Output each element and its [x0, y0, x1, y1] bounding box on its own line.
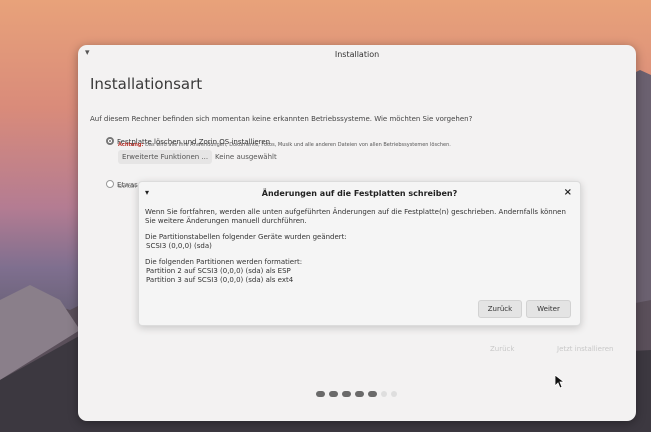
- radio-selected-icon[interactable]: [106, 137, 114, 145]
- progress-dot: [355, 391, 364, 397]
- mouse-cursor-icon: [555, 375, 565, 389]
- close-icon[interactable]: ×: [564, 187, 572, 198]
- option-other-description: Sie kön: [118, 184, 137, 190]
- progress-dot: [391, 391, 397, 397]
- erase-warning: Achtung: Das wird alle Ihre Anwendungen,…: [118, 142, 451, 148]
- dialog-back-button[interactable]: Zurück: [478, 300, 522, 318]
- device-item: SCSI3 (0,0,0) (sda): [146, 242, 212, 250]
- install-now-button[interactable]: Jetzt installieren: [557, 345, 613, 353]
- radio-unselected-icon[interactable]: [106, 180, 114, 188]
- confirm-write-dialog: ▾ Änderungen auf die Festplatten schreib…: [138, 181, 581, 326]
- progress-dot: [316, 391, 325, 397]
- dialog-menu-icon[interactable]: ▾: [145, 188, 149, 197]
- page-title: Installationsart: [90, 75, 203, 93]
- dialog-intro: Wenn Sie fortfahren, werden alle unten a…: [145, 208, 566, 225]
- progress-dot: [329, 391, 338, 397]
- dialog-titlebar: ▾ Änderungen auf die Festplatten schreib…: [139, 182, 580, 204]
- warning-text: Das wird alle Ihre Anwendungen, Dokument…: [143, 142, 451, 148]
- advanced-features-button[interactable]: Erweiterte Funktionen ...: [118, 150, 213, 164]
- format-heading: Die folgenden Partitionen werden formati…: [145, 258, 303, 266]
- window-title: Installation: [334, 49, 380, 59]
- progress-dot: [381, 391, 387, 397]
- window-menu-icon[interactable]: ▾: [85, 48, 90, 58]
- dialog-continue-button[interactable]: Weiter: [526, 300, 571, 318]
- partition-item: Partition 2 auf SCSI3 (0,0,0) (sda) als …: [146, 267, 291, 275]
- progress-dots: [316, 391, 397, 397]
- warning-label: Achtung:: [118, 142, 144, 148]
- progress-dot: [342, 391, 351, 397]
- partition-item: Partition 3 auf SCSI3 (0,0,0) (sda) als …: [146, 276, 294, 284]
- dialog-body: Wenn Sie fortfahren, werden alle unten a…: [145, 208, 575, 285]
- dialog-title: Änderungen auf die Festplatten schreiben…: [261, 188, 458, 198]
- tables-heading: Die Partitionstabellen folgender Geräte …: [145, 233, 347, 241]
- back-button[interactable]: Zurück: [490, 345, 514, 353]
- advanced-status: Keine ausgewählt: [215, 153, 277, 161]
- progress-dot: [368, 391, 377, 397]
- question-text: Auf diesem Rechner befinden sich momenta…: [90, 115, 473, 123]
- window-titlebar: ▾ Installation: [78, 45, 636, 63]
